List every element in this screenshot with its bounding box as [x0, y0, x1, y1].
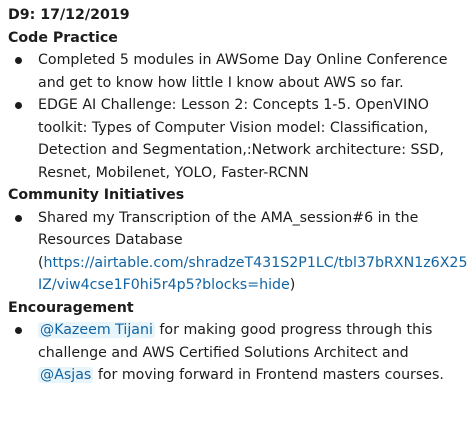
- community-list: Shared my Transcription of the AMA_sessi…: [8, 207, 476, 297]
- list-item: Completed 5 modules in AWSome Day Online…: [8, 49, 468, 94]
- encouragement-list: @Kazeem Tijani for making good progress …: [8, 319, 476, 387]
- encouragement-heading: Encouragement: [8, 299, 134, 316]
- bullet-icon: [15, 327, 22, 334]
- community-heading: Community Initiatives: [8, 187, 185, 203]
- bullet-icon: [15, 57, 22, 64]
- day-heading: D9: 17/12/2019: [8, 7, 130, 23]
- list-item: @Kazeem Tijani for making good progress …: [8, 319, 468, 387]
- list-item-text: EDGE AI Challenge: Lesson 2: Concepts 1-…: [38, 97, 444, 181]
- bullet-icon: [15, 214, 22, 222]
- paren-close: ): [289, 277, 296, 293]
- list-item-text: Completed 5 modules in AWSome Day Online…: [38, 52, 448, 91]
- mention-kazeem-tijani[interactable]: @Kazeem Tijani: [38, 322, 155, 338]
- list-item-text: Shared my Transcription of the AMA_sessi…: [38, 209, 419, 249]
- list-item: EDGE AI Challenge: Lesson 2: Concepts 1-…: [8, 94, 468, 184]
- airtable-link[interactable]: https://airtable.com/shradzeT431S2P1LC/t…: [38, 255, 467, 294]
- message-body: D9: 17/12/2019 Code Practice Completed 5…: [0, 0, 476, 387]
- code-practice-list: Completed 5 modules in AWSome Day Online…: [8, 49, 476, 184]
- mention-asjas[interactable]: @Asjas: [38, 367, 94, 383]
- encouragement-text: for moving forward in Frontend masters c…: [93, 367, 444, 383]
- bullet-icon: [15, 102, 22, 109]
- list-item: Shared my Transcription of the AMA_sessi…: [8, 207, 468, 297]
- code-practice-heading: Code Practice: [8, 29, 118, 46]
